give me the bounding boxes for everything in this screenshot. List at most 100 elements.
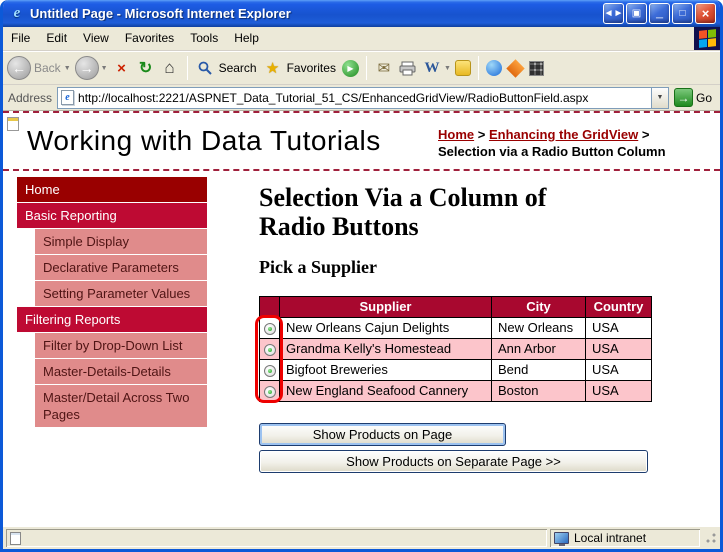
left-right-arrows-icon: ◄► — [604, 8, 624, 19]
zone-label: Local intranet — [574, 531, 646, 545]
column-header-city: City — [492, 297, 586, 318]
back-label: Back — [34, 61, 61, 75]
cell-supplier: Grandma Kelly's Homestead — [280, 339, 492, 360]
radio-column-header — [260, 297, 280, 318]
favorites-button[interactable]: ★ Favorites — [263, 58, 338, 78]
word-icon: W — [422, 58, 442, 78]
sidebar-item-basic-reporting[interactable]: Basic Reporting — [17, 203, 207, 228]
browser-viewport: Working with Data Tutorials Home > Enhan… — [3, 111, 720, 526]
menu-tools[interactable]: Tools — [182, 27, 226, 50]
address-label: Address — [8, 91, 52, 105]
titlebar-nav-arrows-button[interactable]: ◄► — [603, 3, 624, 24]
menu-favorites[interactable]: Favorites — [117, 27, 182, 50]
mail-button[interactable]: ✉ — [374, 58, 394, 78]
show-products-on-page-button[interactable]: Show Products on Page — [259, 423, 506, 446]
supplier-radio-button[interactable] — [264, 323, 276, 335]
go-button[interactable]: → Go — [674, 88, 715, 107]
favorites-label: Favorites — [287, 61, 336, 75]
cell-country: USA — [586, 381, 652, 402]
sidebar-item-filtering-reports[interactable]: Filtering Reports — [17, 307, 207, 332]
cell-city: Ann Arbor — [492, 339, 586, 360]
breadcrumb-link-enhancing-gridview[interactable]: Enhancing the GridView — [489, 127, 638, 142]
sidebar-item-declarative-parameters[interactable]: Declarative Parameters — [35, 255, 207, 280]
messenger-button[interactable] — [486, 60, 502, 76]
toolbar-separator — [366, 56, 367, 80]
print-icon — [399, 61, 416, 76]
mail-icon: ✉ — [378, 59, 391, 77]
breadcrumb-link-home[interactable]: Home — [438, 127, 474, 142]
toolbar: ← Back ▼ → ▼ × ↻ ⌂ Search ★ Favorites ▶ … — [3, 51, 720, 85]
refresh-button[interactable]: ↻ — [136, 58, 156, 78]
sidebar-item-master-detail-two-pages[interactable]: Master/Detail Across Two Pages — [35, 385, 207, 427]
discuss-button[interactable] — [455, 60, 471, 76]
table-row: Grandma Kelly's Homestead Ann Arbor USA — [260, 339, 652, 360]
toolbar-grid-button[interactable] — [529, 61, 544, 76]
forward-button[interactable]: → ▼ — [75, 56, 108, 80]
address-dropdown-button[interactable]: ▼ — [651, 88, 668, 108]
main-content: Selection Via a Column of Radio Buttons … — [207, 171, 720, 477]
menu-help[interactable]: Help — [226, 27, 267, 50]
menu-view[interactable]: View — [75, 27, 117, 50]
chevron-down-icon: ▼ — [657, 94, 664, 101]
menu-bar: File Edit View Favorites Tools Help — [3, 27, 720, 51]
edit-with-word-button[interactable]: W ▼ — [422, 58, 451, 78]
stop-button[interactable]: × — [112, 58, 132, 78]
sidebar-item-setting-parameter-values[interactable]: Setting Parameter Values — [35, 281, 207, 306]
site-header: Working with Data Tutorials Home > Enhan… — [3, 113, 720, 171]
table-row: New Orleans Cajun Delights New Orleans U… — [260, 318, 652, 339]
suppliers-gridview: Supplier City Country New Orleans Cajun … — [259, 296, 652, 402]
supplier-radio-button[interactable] — [264, 365, 276, 377]
address-input[interactable]: e http://localhost:2221/ASPNET_Data_Tuto… — [57, 87, 669, 109]
maximize-button[interactable]: □ — [672, 3, 693, 24]
cell-country: USA — [586, 360, 652, 381]
document-icon — [10, 532, 21, 545]
column-header-supplier: Supplier — [280, 297, 492, 318]
minimize-button[interactable]: ─ — [649, 3, 670, 24]
close-icon: × — [702, 6, 710, 21]
cell-country: USA — [586, 318, 652, 339]
search-button[interactable]: Search — [195, 58, 259, 78]
favorites-star-icon: ★ — [263, 58, 283, 78]
supplier-radio-button[interactable] — [264, 386, 276, 398]
back-button[interactable]: ← Back ▼ — [7, 56, 71, 80]
research-button[interactable] — [506, 59, 524, 77]
stop-icon: × — [117, 60, 126, 77]
toolbar-separator — [187, 56, 188, 80]
sidebar-item-filter-by-dropdown-list[interactable]: Filter by Drop-Down List — [35, 333, 207, 358]
show-products-separate-page-button[interactable]: Show Products on Separate Page >> — [259, 450, 648, 473]
menu-edit[interactable]: Edit — [38, 27, 75, 50]
titlebar-screen-button[interactable]: ▣ — [626, 3, 647, 24]
forward-dropdown-icon[interactable]: ▼ — [101, 65, 108, 72]
cell-city: Bend — [492, 360, 586, 381]
word-dropdown-icon[interactable]: ▼ — [444, 65, 451, 72]
cell-supplier: New Orleans Cajun Delights — [280, 318, 492, 339]
menu-file[interactable]: File — [3, 27, 38, 50]
local-intranet-icon — [554, 532, 569, 544]
sidebar-item-simple-display[interactable]: Simple Display — [35, 229, 207, 254]
cell-supplier: Bigfoot Breweries — [280, 360, 492, 381]
table-header-row: Supplier City Country — [260, 297, 652, 318]
toolbar-separator — [478, 56, 479, 80]
sidebar-item-master-details-details[interactable]: Master-Details-Details — [35, 359, 207, 384]
print-button[interactable] — [398, 58, 418, 78]
go-arrow-icon: → — [674, 88, 693, 107]
column-header-country: Country — [586, 297, 652, 318]
sidebar-item-home[interactable]: Home — [17, 177, 207, 202]
supplier-radio-button[interactable] — [264, 344, 276, 356]
skip-navigation-icon — [7, 117, 19, 131]
go-label: Go — [696, 91, 712, 105]
screen-icon: ▣ — [632, 8, 641, 19]
title-bar: e Untitled Page - Microsoft Internet Exp… — [3, 0, 720, 27]
address-url: http://localhost:2221/ASPNET_Data_Tutori… — [78, 91, 647, 105]
search-label: Search — [219, 61, 257, 75]
ie-logo-icon: e — [9, 6, 25, 22]
resize-grip[interactable] — [704, 532, 717, 545]
page-favicon-icon: e — [61, 90, 74, 105]
back-dropdown-icon[interactable]: ▼ — [64, 65, 71, 72]
pick-supplier-heading: Pick a Supplier — [259, 257, 720, 278]
media-button[interactable]: ▶ — [342, 60, 359, 77]
home-button[interactable]: ⌂ — [160, 58, 180, 78]
close-button[interactable]: × — [695, 3, 716, 24]
breadcrumb-current: Selection via a Radio Button Column — [438, 144, 666, 159]
table-row: Bigfoot Breweries Bend USA — [260, 360, 652, 381]
